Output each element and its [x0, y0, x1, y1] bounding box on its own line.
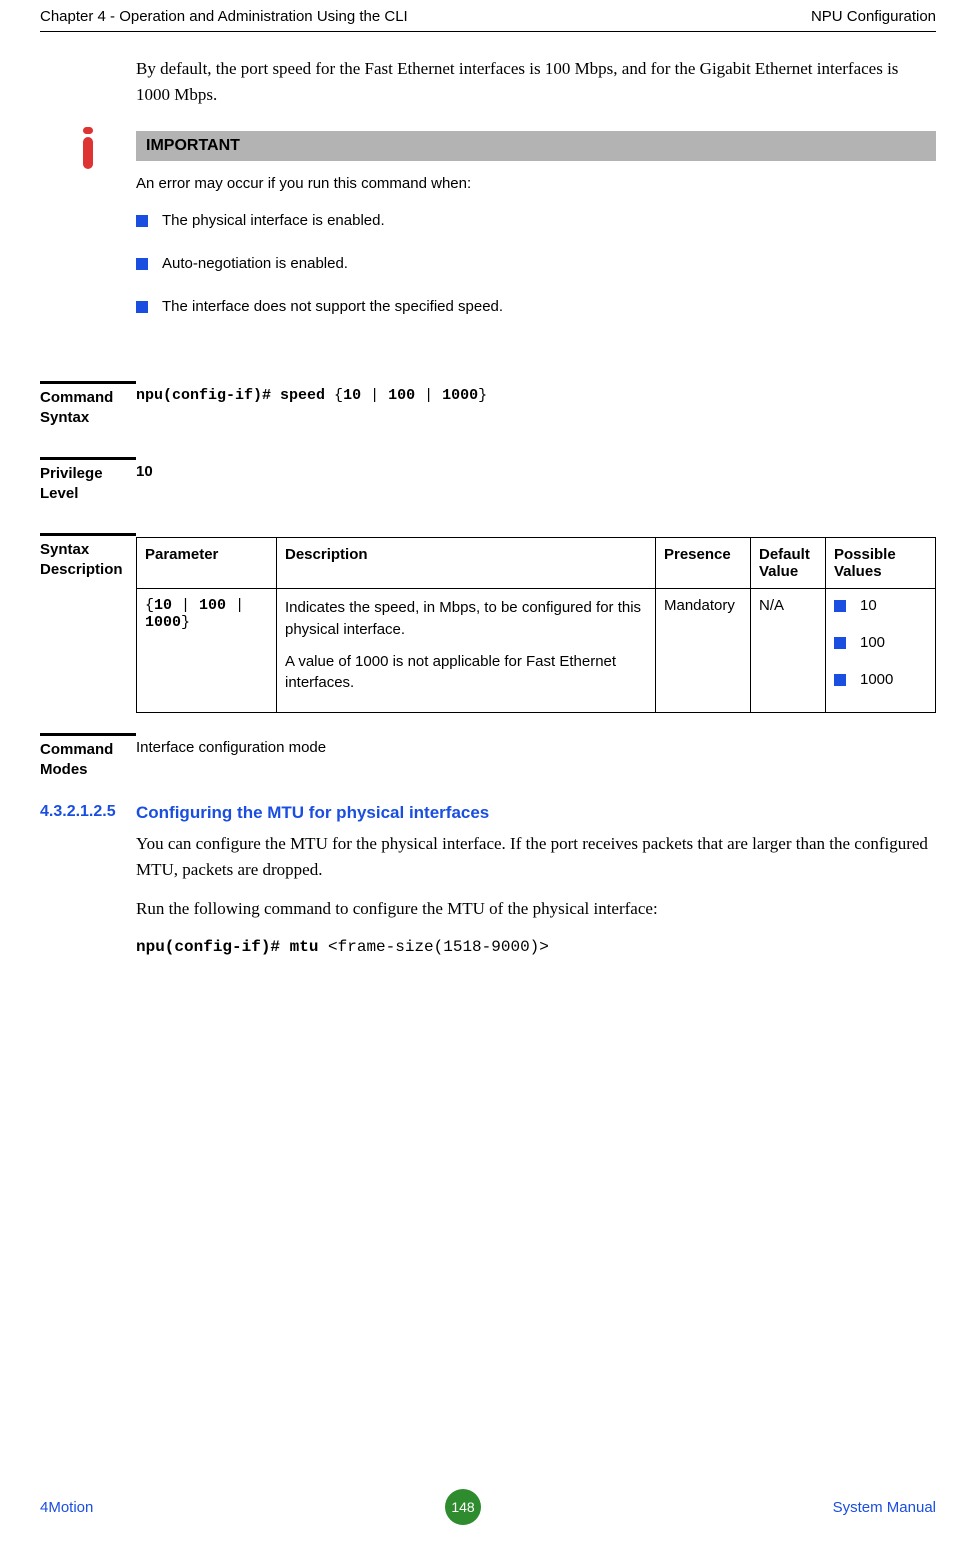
- cmd-prefix: npu(config-if)# speed: [136, 387, 334, 404]
- mtu-cmd-prefix: npu(config-if)# mtu: [136, 938, 328, 956]
- footer-right: System Manual: [833, 1499, 936, 1516]
- cell-possible: 10 100 1000: [826, 589, 936, 713]
- pv-text: 100: [860, 634, 885, 651]
- important-callout: IMPORTANT An error may occur if you run …: [40, 131, 936, 341]
- mtu-paragraph-1: You can configure the MTU for the physic…: [136, 831, 936, 882]
- callout-lead: An error may occur if you run this comma…: [136, 161, 936, 192]
- command-modes-value: Interface configuration mode: [136, 733, 936, 779]
- opt: 10: [154, 597, 172, 614]
- bullet-icon: [136, 258, 148, 270]
- command-modes-row: Command Modes Interface configuration mo…: [40, 733, 936, 779]
- page-number: 148: [445, 1489, 481, 1525]
- header-left: Chapter 4 - Operation and Administration…: [40, 8, 408, 25]
- bullet-icon: [834, 637, 846, 649]
- pv-text: 10: [860, 597, 877, 614]
- desc-para-2: A value of 1000 is not applicable for Fa…: [285, 651, 647, 695]
- opt: 100: [199, 597, 226, 614]
- callout-title: IMPORTANT: [136, 131, 936, 161]
- mtu-command: npu(config-if)# mtu <frame-size(1518-900…: [136, 938, 936, 956]
- syntax-description-label: Syntax Description: [40, 533, 136, 579]
- brace: }: [478, 387, 487, 404]
- syntax-description-row: Syntax Description Parameter Description…: [40, 533, 936, 713]
- desc-para-1: Indicates the speed, in Mbps, to be conf…: [285, 597, 647, 641]
- cell-description: Indicates the speed, in Mbps, to be conf…: [277, 589, 656, 713]
- mtu-cmd-arg: <frame-size(1518-9000)>: [328, 938, 549, 956]
- list-item: The physical interface is enabled.: [136, 212, 936, 229]
- th-possible: Possible Values: [826, 538, 936, 589]
- sep: |: [226, 597, 244, 614]
- subsection-heading: 4.3.2.1.2.5 Configuring the MTU for phys…: [40, 803, 936, 823]
- bullet-icon: [136, 301, 148, 313]
- command-syntax-value: npu(config-if)# speed {10 | 100 | 1000}: [136, 381, 936, 427]
- heading-number: 4.3.2.1.2.5: [40, 803, 136, 823]
- opt: 10: [343, 387, 361, 404]
- brace: {: [334, 387, 343, 404]
- syntax-table: Parameter Description Presence Default V…: [136, 537, 936, 713]
- list-item-text: The interface does not support the speci…: [162, 298, 503, 315]
- cell-presence: Mandatory: [656, 589, 751, 713]
- mtu-paragraph-2: Run the following command to configure t…: [136, 896, 936, 922]
- th-parameter: Parameter: [137, 538, 277, 589]
- header-right: NPU Configuration: [811, 8, 936, 25]
- bullet-icon: [834, 674, 846, 686]
- list-item-text: The physical interface is enabled.: [162, 212, 385, 229]
- command-modes-label: Command Modes: [40, 733, 136, 779]
- info-icon: [40, 131, 136, 341]
- opt: 1000: [145, 614, 181, 631]
- cell-default: N/A: [751, 589, 826, 713]
- page-header: Chapter 4 - Operation and Administration…: [40, 0, 936, 32]
- heading-title: Configuring the MTU for physical interfa…: [136, 803, 489, 823]
- list-item: 1000: [834, 671, 927, 688]
- bullet-icon: [136, 215, 148, 227]
- brace: {: [145, 597, 154, 614]
- command-syntax-row: Command Syntax npu(config-if)# speed {10…: [40, 381, 936, 427]
- command-syntax-label: Command Syntax: [40, 381, 136, 427]
- privilege-level-value: 10: [136, 457, 936, 503]
- list-item: The interface does not support the speci…: [136, 298, 936, 315]
- privilege-level-label: Privilege Level: [40, 457, 136, 503]
- th-presence: Presence: [656, 538, 751, 589]
- footer-left: 4Motion: [40, 1499, 93, 1516]
- th-default: Default Value: [751, 538, 826, 589]
- page-footer: 4Motion 148 System Manual: [40, 1489, 936, 1525]
- sep: |: [172, 597, 199, 614]
- privilege-level-row: Privilege Level 10: [40, 457, 936, 503]
- bullet-icon: [834, 600, 846, 612]
- brace: }: [181, 614, 190, 631]
- opt: 100: [388, 387, 415, 404]
- list-item: 100: [834, 634, 927, 651]
- list-item-text: Auto-negotiation is enabled.: [162, 255, 348, 272]
- sep: |: [415, 387, 442, 404]
- intro-paragraph: By default, the port speed for the Fast …: [136, 56, 936, 107]
- opt: 1000: [442, 387, 478, 404]
- table-row: {10 | 100 | 1000} Indicates the speed, i…: [137, 589, 936, 713]
- pv-text: 1000: [860, 671, 893, 688]
- sep: |: [361, 387, 388, 404]
- list-item: 10: [834, 597, 927, 614]
- list-item: Auto-negotiation is enabled.: [136, 255, 936, 272]
- th-description: Description: [277, 538, 656, 589]
- cell-parameter: {10 | 100 | 1000}: [137, 589, 277, 713]
